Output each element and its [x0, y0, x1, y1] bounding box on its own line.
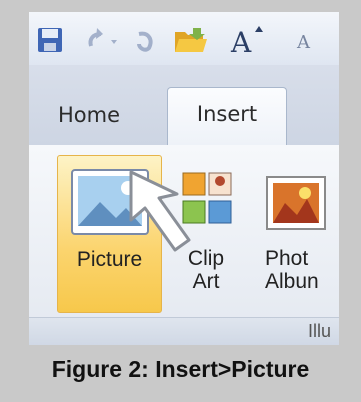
figure-frame: A A Home Insert Picture Clip Art Phot Al…	[0, 0, 361, 402]
photo-album-label-line2: Albun	[265, 270, 319, 293]
figure-caption: Figure 2: Insert>Picture	[51, 356, 310, 382]
open-folder-icon[interactable]	[173, 26, 209, 54]
grow-font-icon[interactable]: A	[229, 26, 275, 54]
photo-album-button[interactable]: Phot Albun	[251, 155, 339, 313]
tab-insert[interactable]: Insert	[167, 87, 287, 146]
redo-icon[interactable]	[133, 26, 159, 54]
pointer-arrow-icon	[129, 170, 191, 252]
photo-album-icon	[266, 176, 326, 230]
undo-icon[interactable]	[83, 26, 123, 54]
save-icon[interactable]	[37, 26, 63, 54]
clip-art-label-line2: Art	[192, 270, 220, 293]
quick-access-toolbar: A A	[29, 12, 339, 65]
ribbon-tabs: Home Insert	[29, 65, 339, 146]
photo-album-label-line1: Phot	[265, 247, 309, 270]
ribbon-screenshot: A A Home Insert Picture Clip Art Phot Al…	[29, 12, 339, 345]
svg-text:A: A	[230, 26, 252, 54]
svg-text:A: A	[296, 32, 311, 53]
illustrations-group-label: Illu	[29, 317, 339, 345]
photo-album-button-label: Phot Albun	[251, 247, 339, 293]
tab-home[interactable]: Home	[33, 89, 145, 145]
more-commands-icon[interactable]: A	[295, 26, 325, 54]
